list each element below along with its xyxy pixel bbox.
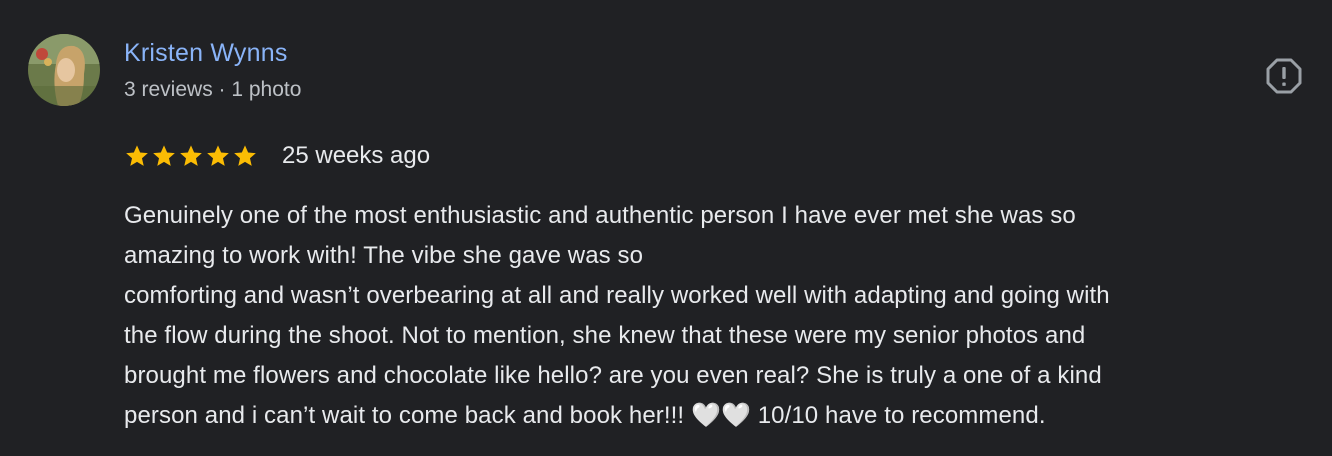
star-icon <box>180 145 202 166</box>
star-icon <box>234 145 256 166</box>
reviewer-stats: 3 reviews · 1 photo <box>124 78 302 101</box>
review-body: Genuinely one of the most enthusiastic a… <box>124 196 1314 436</box>
report-review-button[interactable] <box>1260 52 1308 100</box>
star-icon <box>126 145 148 166</box>
review-line: amazing to work with! The vibe she gave … <box>124 242 644 269</box>
reviewer-name[interactable]: Kristen Wynns <box>124 38 288 68</box>
review-date: 25 weeks ago <box>282 142 431 169</box>
review-line: Genuinely one of the most enthusiastic a… <box>124 202 1076 229</box>
star-icon <box>153 145 175 166</box>
review-line: brought me flowers and chocolate like he… <box>124 362 1102 389</box>
rating-row: 25 weeks ago <box>124 138 430 174</box>
review-line: the flow during the shoot. Not to mentio… <box>124 322 1086 349</box>
avatar-photo <box>28 34 100 106</box>
review-line: person and i can’t wait to come back and… <box>124 402 1046 429</box>
star-rating <box>124 143 258 169</box>
reviewer-avatar[interactable] <box>28 34 100 106</box>
review-line: comforting and wasn’t overbearing at all… <box>124 282 1110 309</box>
report-flag-icon <box>1266 58 1302 94</box>
star-icon <box>207 145 229 166</box>
